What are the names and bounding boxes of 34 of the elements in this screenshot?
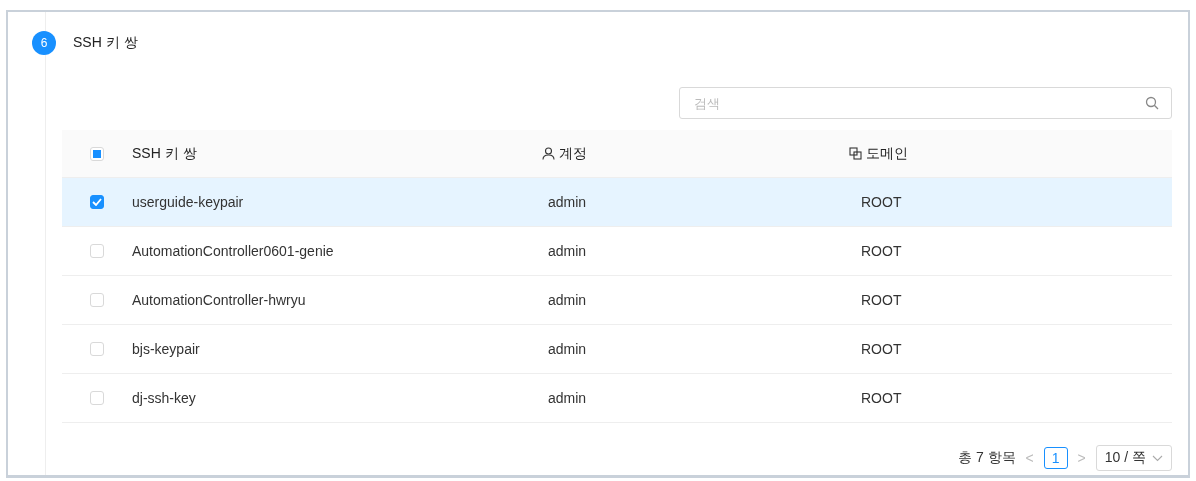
table-row[interactable]: bjs-keypair admin ROOT: [62, 325, 1172, 374]
table-cell: ROOT: [861, 390, 902, 406]
table-cell: ROOT: [861, 292, 902, 308]
domain-icon: [849, 147, 862, 160]
select-all-checkbox[interactable]: [90, 146, 104, 161]
chevron-down-icon: [1152, 454, 1163, 462]
table-row[interactable]: AutomationController-hwryu admin ROOT: [62, 276, 1172, 325]
column-header[interactable]: SSH 키 쌍: [132, 144, 197, 163]
table-row[interactable]: dj-ssh-key admin ROOT: [62, 374, 1172, 423]
table-cell: ROOT: [861, 341, 902, 357]
table-cell: dj-ssh-key: [132, 390, 196, 406]
step-number: 6: [32, 31, 56, 55]
table-cell: admin: [548, 341, 587, 357]
table-row[interactable]: userguide-keypair admin ROOT: [62, 178, 1172, 227]
table-row[interactable]: AutomationController0601-genie admin ROOT: [62, 227, 1172, 276]
table-cell: admin: [548, 194, 587, 210]
column-header[interactable]: 도메인: [866, 144, 908, 163]
search-field[interactable]: 검색: [679, 87, 1172, 119]
table-cell: userguide-keypair: [132, 194, 244, 210]
table-cell: ROOT: [861, 243, 902, 259]
table-cell: bjs-keypair: [132, 341, 200, 357]
user-icon: [542, 147, 555, 160]
table-cell: admin: [548, 243, 587, 259]
page-size-select[interactable]: 10 / 쪽: [1095, 445, 1172, 471]
step-title: SSH 키 쌍: [73, 34, 138, 52]
table-cell: AutomationController0601-genie: [132, 243, 334, 259]
row-checkbox[interactable]: [90, 195, 104, 209]
column-header[interactable]: 계정: [559, 144, 587, 163]
search-icon: [1145, 96, 1159, 110]
total-count: 총 7 항목: [958, 449, 1016, 467]
table-cell: ROOT: [861, 194, 902, 210]
table-cell: admin: [548, 292, 587, 308]
table-cell: AutomationController-hwryu: [132, 292, 306, 308]
table-cell: admin: [548, 390, 587, 406]
